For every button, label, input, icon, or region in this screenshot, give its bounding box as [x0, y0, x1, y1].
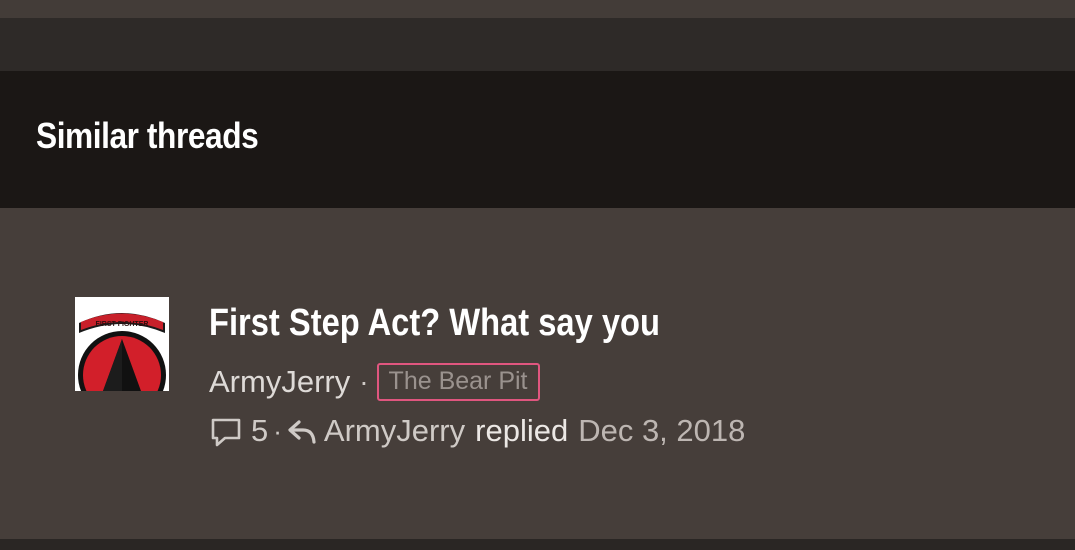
thread-title[interactable]: First Step Act? What say you — [209, 302, 660, 345]
forum-tag[interactable]: The Bear Pit — [376, 363, 540, 401]
section-title: Similar threads — [36, 115, 259, 156]
meta-separator: · — [359, 366, 369, 397]
comment-icon — [209, 414, 243, 448]
top-strip — [0, 0, 1075, 18]
thread-author[interactable]: ArmyJerry — [209, 364, 350, 400]
stats-separator: · — [273, 415, 282, 446]
last-poster[interactable]: ArmyJerry — [324, 413, 465, 449]
similar-threads-header: Similar threads — [0, 71, 1075, 208]
reply-icon — [286, 416, 318, 446]
thread-meta: ArmyJerry · The Bear Pit — [209, 360, 540, 404]
last-action: replied — [475, 413, 569, 448]
bottom-strip — [0, 539, 1075, 550]
patch-badge-text: FIRST FIGHTER — [96, 321, 149, 328]
similar-threads-list: FIRST FIGHTER First Step Act? What say y… — [0, 208, 1075, 539]
reply-count: 5 — [251, 413, 269, 448]
last-post-date[interactable]: Dec 3, 2018 — [578, 413, 745, 449]
thread-avatar[interactable]: FIRST FIGHTER — [75, 297, 169, 391]
division-patch-icon: FIRST FIGHTER — [75, 297, 169, 391]
section-gap — [0, 18, 1075, 71]
thread-stats: 5 · ArmyJerry replied Dec 3, 2018 — [209, 411, 745, 451]
